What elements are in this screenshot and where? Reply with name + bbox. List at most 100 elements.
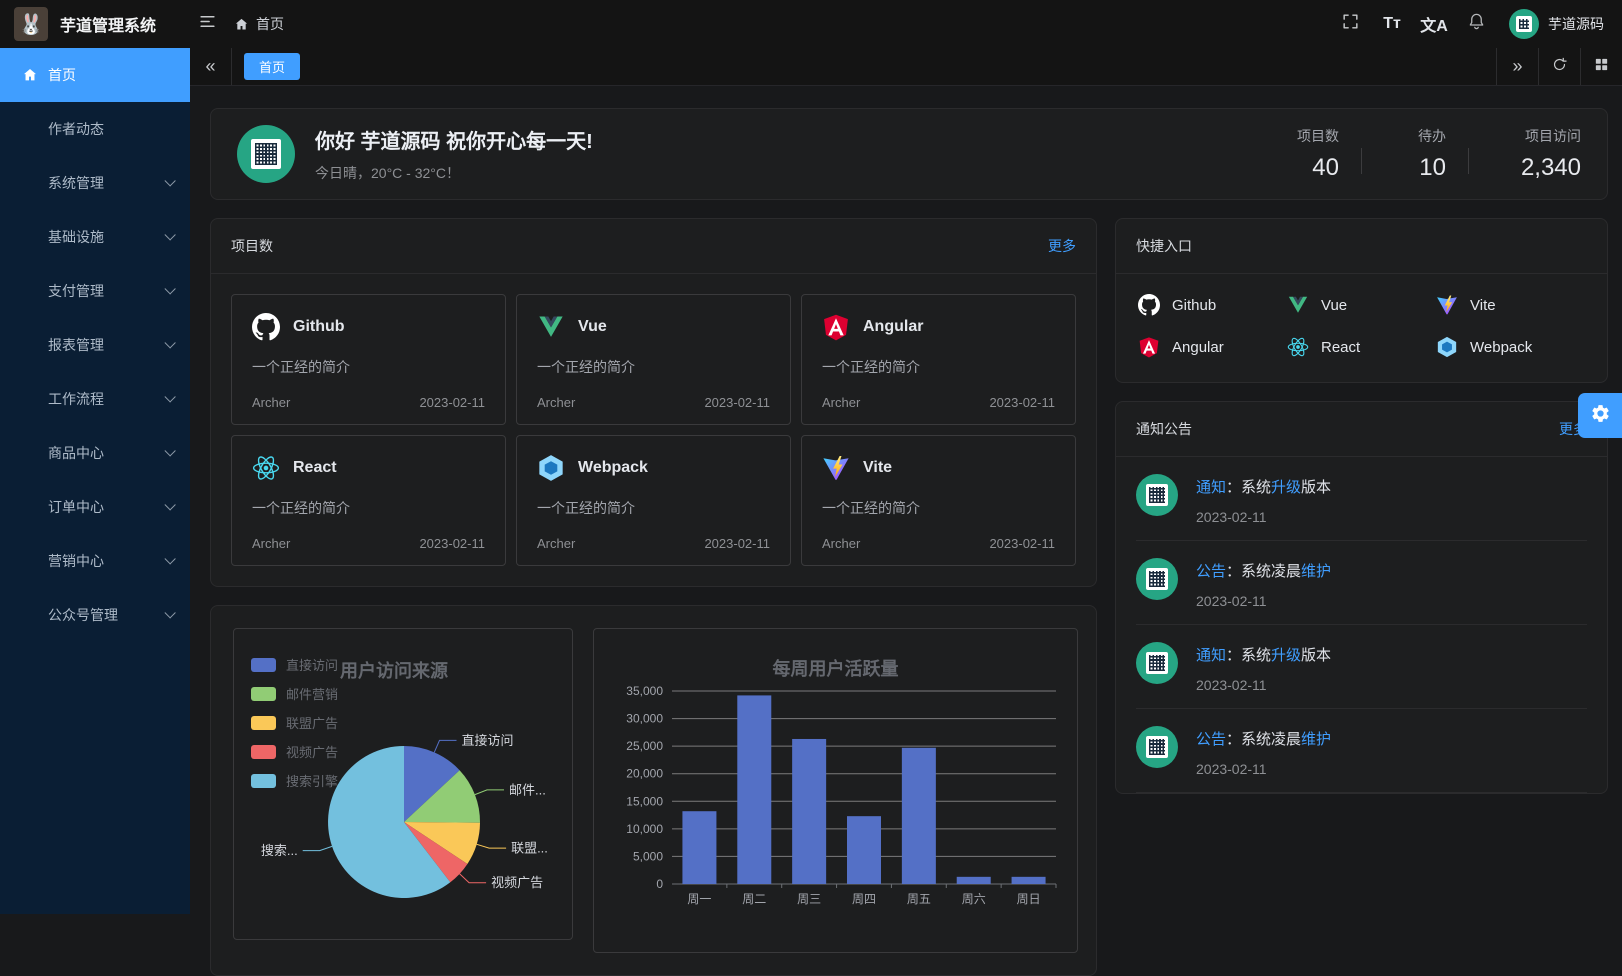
legend-swatch — [251, 658, 276, 672]
project-date: 2023-02-11 — [989, 536, 1055, 551]
sidebar-item-label: 工作流程 — [48, 389, 104, 409]
stat-value: 10 — [1384, 154, 1446, 182]
project-card-webpack[interactable]: Webpack 一个正经的简介 Archer2023-02-11 — [516, 435, 791, 566]
svg-text:0: 0 — [656, 877, 663, 891]
sidebar-item-system[interactable]: 系统管理 — [0, 156, 190, 210]
notification-button[interactable] — [1459, 7, 1493, 41]
stats: 项目数 40 待办 10 项目访问 2,340 — [1277, 126, 1581, 182]
stat-value: 40 — [1277, 154, 1339, 182]
legend-swatch — [251, 774, 276, 788]
project-date: 2023-02-11 — [419, 395, 485, 410]
sidebar-item-label: 首页 — [48, 65, 76, 85]
project-card-github[interactable]: Github 一个正经的简介 Archer2023-02-11 — [231, 294, 506, 425]
notice-item[interactable]: 公告：系统凌晨维护 2023-02-11 — [1136, 709, 1587, 793]
notice-title: 公告：系统凌晨维护 — [1196, 560, 1331, 581]
project-card-vite[interactable]: Vite 一个正经的简介 Archer2023-02-11 — [801, 435, 1076, 566]
sidebar-item-report[interactable]: 报表管理 — [0, 318, 190, 372]
notice-date: 2023-02-11 — [1196, 677, 1331, 693]
legend-label: 邮件营销 — [286, 684, 338, 703]
font-size-button[interactable]: Tт — [1375, 7, 1409, 41]
webpack-icon — [1436, 336, 1458, 358]
svg-text:周日: 周日 — [1017, 892, 1041, 906]
bar-chart-card: 每周用户活跃量 05,00010,00015,00020,00025,00030… — [593, 628, 1078, 953]
svg-text:20,000: 20,000 — [626, 767, 663, 781]
app-title: 芋道管理系统 — [60, 12, 156, 36]
legend-swatch — [251, 745, 276, 759]
bell-icon — [1467, 12, 1486, 36]
settings-fab-button[interactable] — [1578, 393, 1622, 438]
tabs-scroll-left-button[interactable]: « — [190, 48, 232, 85]
sidebar-item-label: 基础设施 — [48, 227, 104, 247]
fullscreen-button[interactable] — [1333, 7, 1367, 41]
home-icon — [234, 17, 249, 32]
pie-chart-card: 直接访问邮件营销联盟广告视频广告搜索引擎 用户访问来源 直接访问邮件...联盟.… — [233, 628, 573, 940]
sidebar-item-pay[interactable]: 支付管理 — [0, 264, 190, 318]
svg-text:10,000: 10,000 — [626, 822, 663, 836]
legend-item[interactable]: 搜索引擎 — [251, 771, 338, 790]
project-desc: 一个正经的简介 — [537, 498, 770, 518]
project-desc: 一个正经的简介 — [252, 498, 485, 518]
quick-entry-vite[interactable]: Vite — [1436, 294, 1585, 316]
quick-entry-vue[interactable]: Vue — [1287, 294, 1436, 316]
project-card-vue[interactable]: Vue 一个正经的简介 Archer2023-02-11 — [516, 294, 791, 425]
tab-home[interactable]: 首页 — [244, 53, 300, 80]
legend-item[interactable]: 联盟广告 — [251, 713, 338, 732]
notice-avatar — [1136, 726, 1178, 768]
legend-item[interactable]: 直接访问 — [251, 655, 338, 674]
sidebar-item-label: 商品中心 — [48, 443, 104, 463]
sidebar-item-marketing[interactable]: 营销中心 — [0, 534, 190, 588]
notice-avatar — [1136, 642, 1178, 684]
chevron-down-icon — [164, 607, 175, 618]
svg-text:周六: 周六 — [962, 892, 986, 906]
notices-panel: 通知公告 更多 通知：系统升级版本 2023-02-11 公告： — [1115, 401, 1608, 794]
vue-icon — [1287, 294, 1309, 316]
sidebar-collapse-button[interactable] — [190, 7, 224, 41]
project-desc: 一个正经的简介 — [537, 357, 770, 377]
quick-entry-label: Vite — [1470, 297, 1496, 314]
chevron-down-icon — [164, 229, 175, 240]
notice-date: 2023-02-11 — [1196, 761, 1331, 777]
chevron-down-icon — [164, 553, 175, 564]
vite-icon — [822, 454, 850, 482]
notice-item[interactable]: 通知：系统升级版本 2023-02-11 — [1136, 457, 1587, 541]
layout-grid-button[interactable] — [1580, 48, 1622, 85]
quick-entry-angular[interactable]: Angular — [1138, 336, 1287, 358]
notice-item[interactable]: 公告：系统凌晨维护 2023-02-11 — [1136, 541, 1587, 625]
project-card-react[interactable]: React 一个正经的简介 Archer2023-02-11 — [231, 435, 506, 566]
sidebar-item-product[interactable]: 商品中心 — [0, 426, 190, 480]
quick-entry-label: Webpack — [1470, 339, 1532, 356]
project-name: Angular — [863, 318, 923, 336]
github-icon — [252, 313, 280, 341]
tabbar: « 首页 » — [190, 48, 1622, 86]
sidebar-item-workflow[interactable]: 工作流程 — [0, 372, 190, 426]
sidebar-item-infra[interactable]: 基础设施 — [0, 210, 190, 264]
notice-item[interactable]: 通知：系统升级版本 2023-02-11 — [1136, 625, 1587, 709]
legend-item[interactable]: 视频广告 — [251, 742, 338, 761]
github-icon — [1138, 294, 1160, 316]
refresh-button[interactable] — [1538, 48, 1580, 85]
user-menu[interactable]: 芋道源码 — [1509, 9, 1604, 39]
tab-label: 首页 — [259, 57, 285, 76]
notice-avatar — [1136, 474, 1178, 516]
chevron-down-icon — [164, 283, 175, 294]
language-button[interactable]: 文A — [1417, 7, 1451, 41]
legend-item[interactable]: 邮件营销 — [251, 684, 338, 703]
home-icon — [22, 67, 38, 83]
project-name: Vue — [578, 318, 607, 336]
sidebar-item-author[interactable]: 作者动态 — [0, 102, 190, 156]
logo-area[interactable]: 🐰 芋道管理系统 — [0, 7, 190, 41]
tabs-scroll-right-button[interactable]: » — [1496, 48, 1538, 85]
sidebar-item-home[interactable]: 首页 — [0, 48, 190, 102]
app-logo: 🐰 — [14, 7, 48, 41]
projects-more-link[interactable]: 更多 — [1048, 236, 1076, 256]
sidebar-item-order[interactable]: 订单中心 — [0, 480, 190, 534]
divider — [1361, 148, 1362, 174]
projects-title: 项目数 — [231, 236, 273, 256]
quick-entry-react[interactable]: React — [1287, 336, 1436, 358]
quick-entry-github[interactable]: Github — [1138, 294, 1287, 316]
project-author: Archer — [822, 395, 860, 410]
sidebar-item-wechat[interactable]: 公众号管理 — [0, 588, 190, 642]
quick-entry-webpack[interactable]: Webpack — [1436, 336, 1585, 358]
project-card-angular[interactable]: Angular 一个正经的简介 Archer2023-02-11 — [801, 294, 1076, 425]
greeting-title: 你好 芋道源码 祝你开心每一天! — [315, 125, 593, 154]
